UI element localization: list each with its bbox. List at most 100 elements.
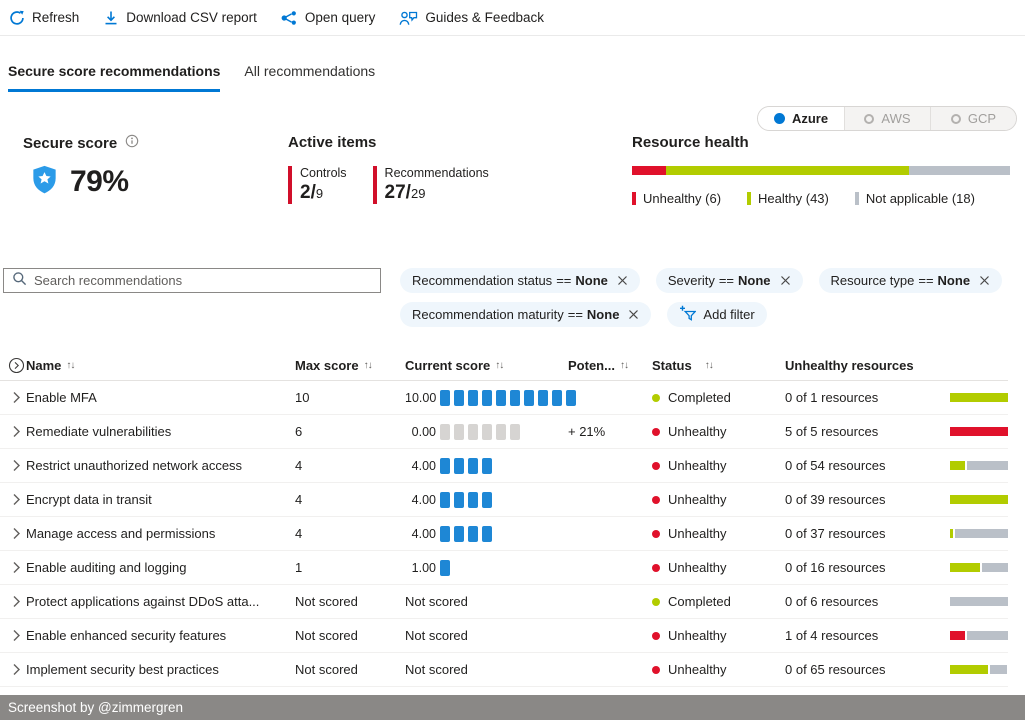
- legend-label-not-applicable: Not applicable (18): [866, 191, 975, 206]
- unhealthy-resources-value: 0 of 16 resources: [780, 560, 950, 575]
- chevron-right-icon[interactable]: [0, 493, 26, 506]
- table-row[interactable]: Enable MFA 10 10.00 Completed 0 of 1 res…: [0, 381, 1008, 415]
- chevron-right-icon[interactable]: [0, 391, 26, 404]
- add-filter-button[interactable]: Add filter: [667, 302, 766, 327]
- guides-feedback-label: Guides & Feedback: [425, 10, 544, 25]
- guides-feedback-button[interactable]: Guides & Feedback: [399, 10, 544, 26]
- table-row[interactable]: Manage access and permissions 4 4.00 Unh…: [0, 517, 1008, 551]
- current-score-cell: 4.00: [400, 458, 560, 474]
- expand-all-icon[interactable]: [0, 357, 26, 374]
- resource-health-mini-bar: [950, 461, 1008, 470]
- filter-pill-recommendation-status[interactable]: Recommendation status == None: [400, 268, 640, 293]
- filter-pill-recommendation-maturity[interactable]: Recommendation maturity == None: [400, 302, 651, 327]
- table-row[interactable]: Restrict unauthorized network access 4 4…: [0, 449, 1008, 483]
- column-header-name[interactable]: Name↑↓: [26, 358, 290, 373]
- recommendation-name[interactable]: Manage access and permissions: [26, 526, 290, 541]
- close-icon[interactable]: [628, 309, 639, 320]
- recommendation-name[interactable]: Enable MFA: [26, 390, 290, 405]
- recommendations-label: Recommendations: [385, 166, 489, 180]
- resource-health-mini-bar: [950, 665, 1008, 674]
- filter-value: None: [738, 273, 771, 288]
- legend-marker-unhealthy: [632, 192, 636, 205]
- search-input[interactable]: [34, 273, 380, 288]
- radio-selected-icon: [774, 113, 785, 124]
- table-row[interactable]: Remediate vulnerabilities 6 0.00 + 21% U…: [0, 415, 1008, 449]
- current-score-bar: [440, 424, 520, 440]
- status-label: Unhealthy: [668, 492, 727, 507]
- filter-pill-resource-type[interactable]: Resource type == None: [819, 268, 1003, 293]
- chevron-right-icon[interactable]: [0, 629, 26, 642]
- refresh-button[interactable]: Refresh: [9, 10, 79, 26]
- recommendation-name[interactable]: Remediate vulnerabilities: [26, 424, 290, 439]
- table-row[interactable]: Implement security best practices Not sc…: [0, 653, 1008, 687]
- filter-field: Recommendation maturity: [412, 307, 564, 322]
- recommendation-name[interactable]: Encrypt data in transit: [26, 492, 290, 507]
- recommendation-name[interactable]: Enable auditing and logging: [26, 560, 290, 575]
- status-dot: [652, 598, 660, 606]
- table-row[interactable]: Encrypt data in transit 4 4.00 Unhealthy…: [0, 483, 1008, 517]
- status-label: Unhealthy: [668, 526, 727, 541]
- max-score-value: Not scored: [290, 662, 400, 677]
- sort-icon: ↑↓: [620, 360, 628, 371]
- tab-secure-score-recommendations[interactable]: Secure score recommendations: [8, 63, 220, 92]
- status-dot: [652, 462, 660, 470]
- recommendation-name[interactable]: Restrict unauthorized network access: [26, 458, 290, 473]
- table-row[interactable]: Protect applications against DDoS atta..…: [0, 585, 1008, 619]
- column-header-current-score[interactable]: Current score↑↓: [400, 358, 560, 373]
- footer-bar: Screenshot by @zimmergren: [0, 695, 1025, 720]
- chevron-right-icon[interactable]: [0, 425, 26, 438]
- legend-label-healthy: Healthy (43): [758, 191, 829, 206]
- resource-health-title: Resource health: [632, 134, 749, 151]
- resource-health-mini-bar: [950, 427, 1008, 436]
- cloud-option-azure[interactable]: Azure: [758, 107, 844, 130]
- recommendation-name[interactable]: Protect applications against DDoS atta..…: [26, 594, 290, 609]
- column-header-status[interactable]: Status↑↓: [640, 358, 780, 373]
- recommendation-name[interactable]: Implement security best practices: [26, 662, 290, 677]
- table-header: Name↑↓ Max score↑↓ Current score↑↓ Poten…: [0, 350, 1008, 381]
- chevron-right-icon[interactable]: [0, 561, 26, 574]
- resource-health-mini-bar: [950, 393, 1008, 402]
- active-items-section: Active items Controls 2/9 Recommendation…: [288, 134, 489, 204]
- close-icon[interactable]: [780, 275, 791, 286]
- download-csv-button[interactable]: Download CSV report: [103, 10, 257, 26]
- cloud-option-aws-label: AWS: [881, 111, 910, 126]
- recommendations-current: 27/: [385, 182, 411, 203]
- status-label: Unhealthy: [668, 424, 727, 439]
- secure-score-value: 79%: [70, 165, 129, 199]
- status-cell: Unhealthy: [640, 628, 780, 643]
- chevron-right-icon[interactable]: [0, 663, 26, 676]
- unhealthy-resources-value: 0 of 37 resources: [780, 526, 950, 541]
- current-score-bar: [440, 526, 492, 542]
- filter-pill-severity[interactable]: Severity == None: [656, 268, 803, 293]
- column-header-potential-increase[interactable]: Poten...↑↓: [560, 358, 640, 373]
- download-csv-label: Download CSV report: [126, 10, 257, 25]
- column-header-max-score[interactable]: Max score↑↓: [290, 358, 400, 373]
- cloud-option-gcp[interactable]: GCP: [930, 107, 1016, 130]
- open-query-button[interactable]: Open query: [281, 10, 376, 26]
- current-score-cell: 1.00: [400, 560, 560, 576]
- table-row[interactable]: Enable enhanced security features Not sc…: [0, 619, 1008, 653]
- cloud-option-gcp-label: GCP: [968, 111, 996, 126]
- add-filter-label: Add filter: [703, 307, 754, 322]
- chevron-right-icon[interactable]: [0, 459, 26, 472]
- current-score-cell: 10.00: [400, 390, 560, 406]
- chevron-right-icon[interactable]: [0, 595, 26, 608]
- cloud-option-aws[interactable]: AWS: [844, 107, 930, 130]
- controls-label: Controls: [300, 166, 347, 180]
- recommendations-total: 29: [411, 186, 425, 201]
- radio-unselected-icon: [951, 114, 961, 124]
- recommendation-name[interactable]: Enable enhanced security features: [26, 628, 290, 643]
- table-row[interactable]: Enable auditing and logging 1 1.00 Unhea…: [0, 551, 1008, 585]
- current-score-cell: 4.00: [400, 526, 560, 542]
- info-icon[interactable]: [125, 134, 139, 152]
- secure-score-section: Secure score 79%: [23, 134, 139, 199]
- current-score-value: 4.00: [405, 527, 436, 541]
- close-icon[interactable]: [617, 275, 628, 286]
- close-icon[interactable]: [979, 275, 990, 286]
- status-dot: [652, 632, 660, 640]
- open-query-label: Open query: [305, 10, 376, 25]
- tab-bar: Secure score recommendations All recomme…: [8, 63, 375, 92]
- tab-all-recommendations[interactable]: All recommendations: [244, 63, 375, 92]
- chevron-right-icon[interactable]: [0, 527, 26, 540]
- guides-feedback-icon: [399, 10, 418, 26]
